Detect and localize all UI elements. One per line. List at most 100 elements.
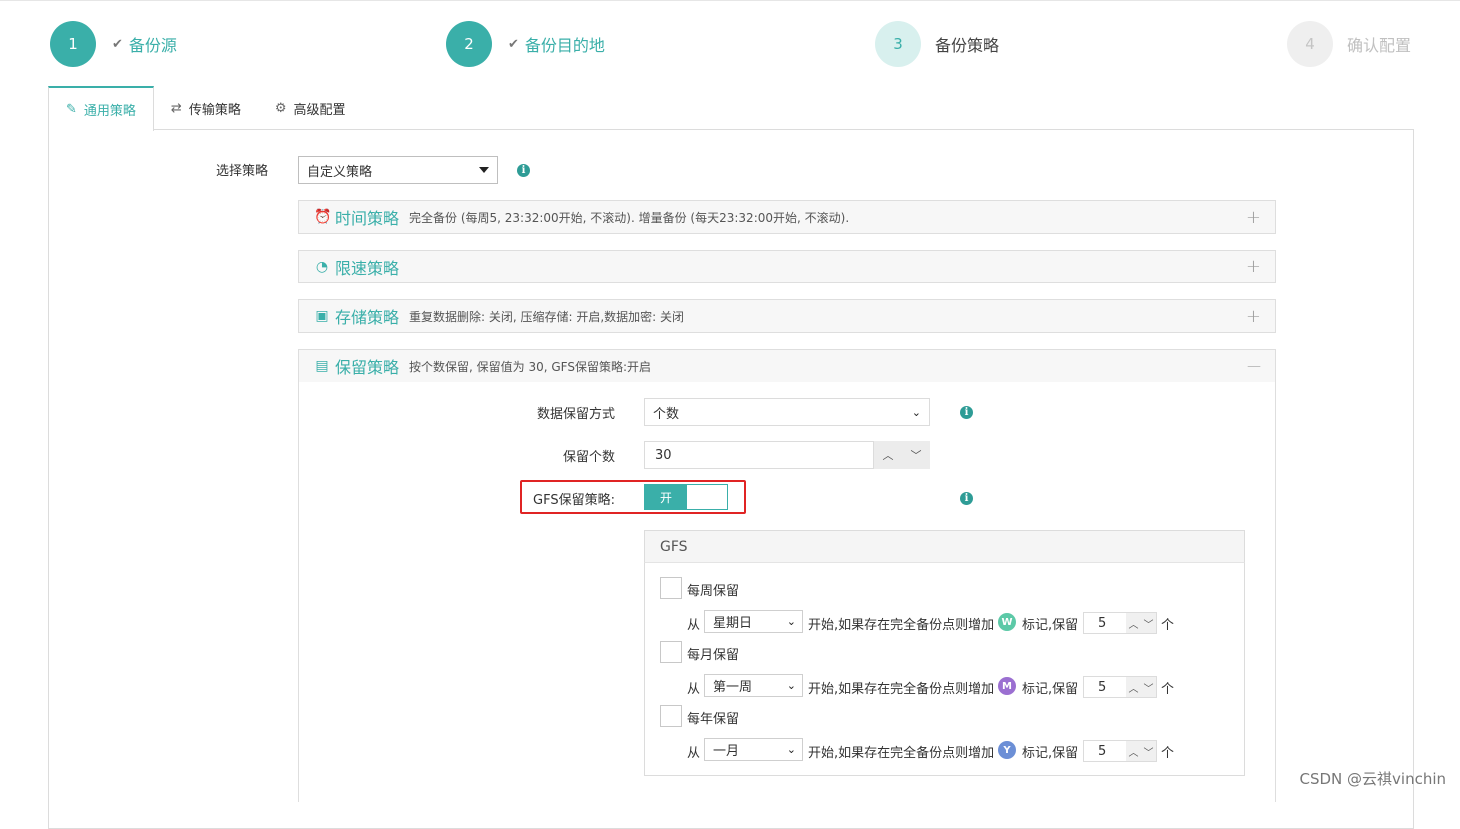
gear-icon: ⚙ xyxy=(274,100,287,116)
expand-icon[interactable]: + xyxy=(1246,306,1261,327)
chevron-down-icon[interactable]: ﹀ xyxy=(911,447,922,463)
chevron-down-icon[interactable]: ﹀ xyxy=(1144,616,1154,631)
caret-down-icon xyxy=(479,167,489,173)
tab-transfer-strategy[interactable]: ⇄ 传输策略 xyxy=(154,86,258,130)
weekly-count-input[interactable]: 5 ︿ ﹀ xyxy=(1083,612,1157,634)
tab-label: 通用策略 xyxy=(83,104,136,119)
monthly-retention-checkbox[interactable] xyxy=(660,641,682,663)
yearly-start-select[interactable]: 一月 ⌄ xyxy=(704,738,803,761)
mark-keep-text: 标记,保留 xyxy=(1022,682,1079,697)
info-icon[interactable]: i xyxy=(960,406,973,419)
count-value: 5 xyxy=(1098,743,1107,759)
count-stepper[interactable]: ︿ ﹀ xyxy=(1126,741,1156,761)
transfer-icon: ⇄ xyxy=(170,100,182,116)
monthly-retention-label: 每月保留 xyxy=(687,648,740,663)
yearly-retention-label: 每年保留 xyxy=(687,712,740,727)
from-text: 从 xyxy=(687,618,701,633)
step-3: 3 备份策略 xyxy=(875,21,999,67)
retention-mode-label: 数据保留方式 xyxy=(536,407,615,422)
retention-count-label: 保留个数 xyxy=(562,450,615,465)
gfs-rule-text: 开始,如果存在完全备份点则增加 xyxy=(808,746,995,761)
unit-text: 个 xyxy=(1161,746,1175,761)
retention-count-input[interactable]: 30 xyxy=(644,441,874,469)
panel-title: 保留策略 xyxy=(335,358,400,377)
retention-count-stepper[interactable]: ︿ ﹀ xyxy=(874,441,930,469)
watermark: CSDN @云祺vinchin xyxy=(1299,770,1446,788)
strategy-select[interactable]: 自定义策略 xyxy=(298,156,498,184)
weekly-badge-icon: W xyxy=(998,613,1016,631)
strategy-select-value: 自定义策略 xyxy=(307,164,373,180)
panel-title: 时间策略 xyxy=(335,209,400,228)
step-4-label: 确认配置 xyxy=(1347,36,1412,55)
unit-text: 个 xyxy=(1161,682,1175,697)
count-value: 5 xyxy=(1098,679,1107,695)
panel-storage-strategy[interactable]: ▣ 存储策略 重复数据删除: 关闭, 压缩存储: 开启,数据加密: 关闭 + xyxy=(298,299,1276,333)
step-3-circle: 3 xyxy=(875,21,921,67)
collapse-icon[interactable]: — xyxy=(1247,358,1261,374)
step-4: 4 确认配置 xyxy=(1287,21,1411,67)
info-icon[interactable]: i xyxy=(517,164,530,177)
tab-advanced-config[interactable]: ⚙ 高级配置 xyxy=(258,86,363,130)
step-1: 1 ✔ 备份源 xyxy=(50,21,177,67)
chevron-down-icon[interactable]: ﹀ xyxy=(1144,744,1154,759)
select-value: 一月 xyxy=(713,744,740,759)
panel-desc: 重复数据删除: 关闭, 压缩存储: 开启,数据加密: 关闭 xyxy=(409,309,685,324)
monthly-start-select[interactable]: 第一周 ⌄ xyxy=(704,674,803,697)
panel-desc: 完全备份 (每周5, 23:32:00开始, 不滚动). 增量备份 (每天23:… xyxy=(409,210,850,225)
tab-label: 高级配置 xyxy=(293,102,346,118)
panel-title: 限速策略 xyxy=(335,258,400,278)
mark-keep-text: 标记,保留 xyxy=(1022,618,1079,633)
chevron-down-icon[interactable]: ﹀ xyxy=(1144,680,1154,695)
monthly-count-input[interactable]: 5 ︿ ﹀ xyxy=(1083,676,1157,698)
chevron-up-icon[interactable]: ︿ xyxy=(1129,744,1139,759)
gfs-box-title: GFS xyxy=(644,530,1245,563)
yearly-count-input[interactable]: 5 ︿ ﹀ xyxy=(1083,740,1157,762)
panel-title: 存储策略 xyxy=(335,308,400,327)
chevron-down-icon: ⌄ xyxy=(911,405,921,419)
expand-icon[interactable]: + xyxy=(1246,256,1261,277)
chevron-up-icon[interactable]: ︿ xyxy=(1129,616,1139,631)
step-1-circle: 1 xyxy=(50,21,96,67)
top-divider xyxy=(0,0,1460,1)
tab-label: 传输策略 xyxy=(188,102,241,118)
gfs-rule-text: 开始,如果存在完全备份点则增加 xyxy=(808,618,995,633)
weekly-retention-label: 每周保留 xyxy=(687,584,740,599)
count-stepper[interactable]: ︿ ﹀ xyxy=(1126,613,1156,633)
panel-retention-strategy[interactable]: ▤ 保留策略 按个数保留, 保留值为 30, GFS保留策略:开启 — xyxy=(298,349,1276,383)
expand-icon[interactable]: + xyxy=(1246,207,1261,228)
strategy-label: 选择策略 xyxy=(215,164,268,179)
retention-mode-select[interactable]: 个数 ⌄ xyxy=(644,398,930,426)
panel-time-strategy[interactable]: ⏰ 时间策略 完全备份 (每周5, 23:32:00开始, 不滚动). 增量备份… xyxy=(298,200,1276,234)
check-icon: ✔ xyxy=(112,36,123,52)
gfs-policy-switch[interactable]: 开 xyxy=(644,484,728,510)
gauge-icon: ◔ xyxy=(315,258,329,275)
tab-bar: ✎ 通用策略 ⇄ 传输策略 ⚙ 高级配置 xyxy=(48,86,363,131)
pencil-icon: ✎ xyxy=(66,102,77,117)
step-2-label: 备份目的地 xyxy=(524,36,605,55)
step-2: 2 ✔ 备份目的地 xyxy=(446,21,605,67)
chevron-down-icon: ⌄ xyxy=(786,679,796,692)
info-icon[interactable]: i xyxy=(960,492,973,505)
step-1-label: 备份源 xyxy=(128,36,177,55)
chevron-up-icon[interactable]: ︿ xyxy=(1129,680,1139,695)
count-stepper[interactable]: ︿ ﹀ xyxy=(1126,677,1156,697)
switch-on-label: 开 xyxy=(645,485,687,509)
chevron-up-icon[interactable]: ︿ xyxy=(883,447,894,463)
panel-speed-limit[interactable]: ◔ 限速策略 + xyxy=(298,250,1276,283)
weekly-retention-checkbox[interactable] xyxy=(660,577,682,599)
gfs-policy-label: GFS保留策略: xyxy=(533,493,615,508)
monthly-badge-icon: M xyxy=(998,677,1016,695)
select-value: 星期日 xyxy=(713,616,753,631)
archive-icon: ▤ xyxy=(315,358,329,374)
yearly-retention-checkbox[interactable] xyxy=(660,705,682,727)
panel-desc: 按个数保留, 保留值为 30, GFS保留策略:开启 xyxy=(409,359,652,374)
weekly-start-select[interactable]: 星期日 ⌄ xyxy=(704,610,803,633)
unit-text: 个 xyxy=(1161,618,1175,633)
from-text: 从 xyxy=(687,682,701,697)
step-3-label: 备份策略 xyxy=(935,36,1000,55)
save-icon: ▣ xyxy=(315,308,329,324)
check-icon: ✔ xyxy=(508,36,519,52)
tab-general-strategy[interactable]: ✎ 通用策略 xyxy=(48,86,154,131)
retention-count-value: 30 xyxy=(655,447,672,463)
step-2-circle: 2 xyxy=(446,21,492,67)
